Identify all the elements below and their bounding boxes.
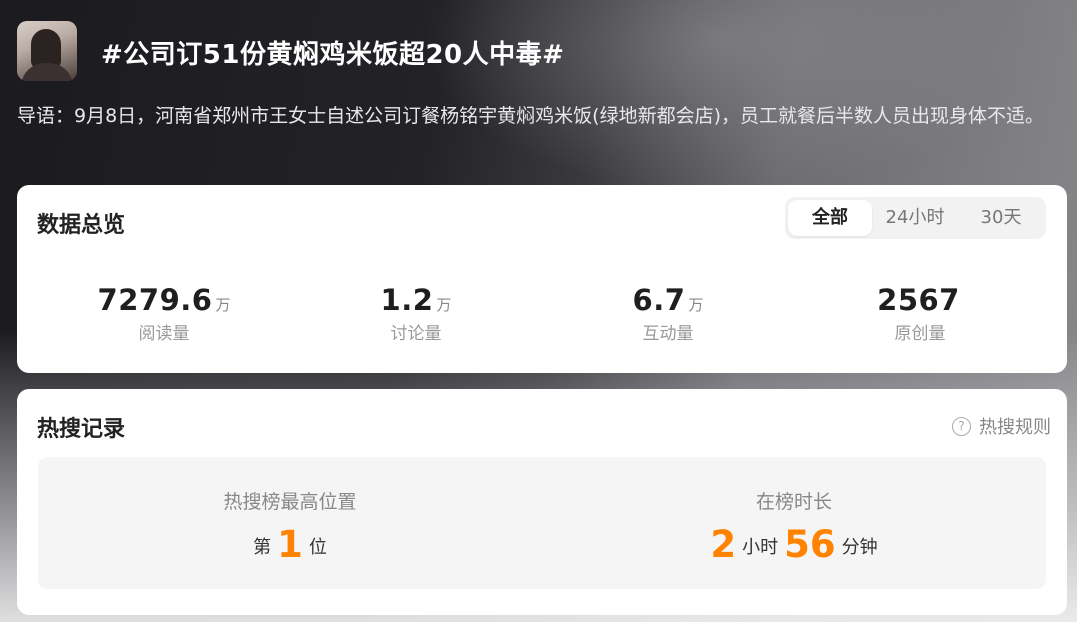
hot-search-card: 热搜记录 ? 热搜规则 热搜榜最高位置 第1位 在榜时长 2 小时 56 分钟 xyxy=(17,389,1067,615)
highest-rank-value-row: 第1位 xyxy=(38,523,542,566)
question-circle-icon: ? xyxy=(952,416,971,436)
stat-read-count: 7279.6 万 阅读量 xyxy=(34,283,294,344)
tab-30d[interactable]: 30天 xyxy=(961,197,1041,239)
rank-suffix: 位 xyxy=(308,537,327,558)
stat-original-count: 2567 原创量 xyxy=(790,283,1050,344)
stat-label: 互动量 xyxy=(642,324,694,344)
rank-prefix: 第 xyxy=(253,537,272,558)
topic-header: #公司订51份黄焖鸡米饭超20人中毒# xyxy=(17,20,1067,82)
highest-rank-label: 热搜榜最高位置 xyxy=(223,491,357,513)
stat-value: 6.7 xyxy=(632,283,686,317)
topic-title: #公司订51份黄焖鸡米饭超20人中毒# xyxy=(101,40,565,70)
stat-discussion-count: 1.2 万 讨论量 xyxy=(286,283,546,344)
duration-minutes: 56 xyxy=(784,523,836,566)
stat-interaction-count: 6.7 万 互动量 xyxy=(538,283,798,344)
stat-unit: 万 xyxy=(215,296,231,314)
hot-search-rules-link[interactable]: ? 热搜规则 xyxy=(952,413,1051,439)
topic-thumbnail[interactable] xyxy=(17,21,77,81)
duration-label: 在榜时长 xyxy=(755,491,832,513)
hot-search-title: 热搜记录 xyxy=(37,417,126,442)
stat-value: 2567 xyxy=(877,283,960,317)
data-overview-card: 数据总览 全部 24小时 30天 7279.6 万 阅读量 1.2 万 讨论量 6.… xyxy=(17,185,1067,373)
time-range-tabs: 全部 24小时 30天 xyxy=(785,197,1046,239)
highest-rank-value: 1 xyxy=(277,523,303,566)
highest-rank-block: 热搜榜最高位置 第1位 xyxy=(38,457,542,589)
stat-unit: 万 xyxy=(436,296,452,314)
stat-label: 讨论量 xyxy=(390,324,442,344)
hot-search-stats-panel: 热搜榜最高位置 第1位 在榜时长 2 小时 56 分钟 xyxy=(38,457,1046,589)
stat-value: 1.2 xyxy=(380,283,434,317)
stat-value: 7279.6 xyxy=(97,283,213,317)
on-list-duration-block: 在榜时长 2 小时 56 分钟 xyxy=(542,457,1046,589)
rules-label: 热搜规则 xyxy=(979,417,1051,438)
tab-all[interactable]: 全部 xyxy=(788,200,872,236)
stat-label: 阅读量 xyxy=(138,324,190,344)
stat-unit: 万 xyxy=(688,296,704,314)
topic-intro: 导语：9月8日，河南省郑州市王女士自述公司订餐杨铭宇黄焖鸡米饭(绿地新都会店)，… xyxy=(17,105,1045,127)
hours-unit: 小时 xyxy=(742,537,779,558)
duration-hours: 2 xyxy=(710,523,737,566)
duration-value-row: 2 小时 56 分钟 xyxy=(542,523,1046,566)
minutes-unit: 分钟 xyxy=(841,537,878,558)
stat-label: 原创量 xyxy=(894,324,946,344)
overview-title: 数据总览 xyxy=(37,213,126,238)
tab-24h[interactable]: 24小时 xyxy=(875,197,955,239)
